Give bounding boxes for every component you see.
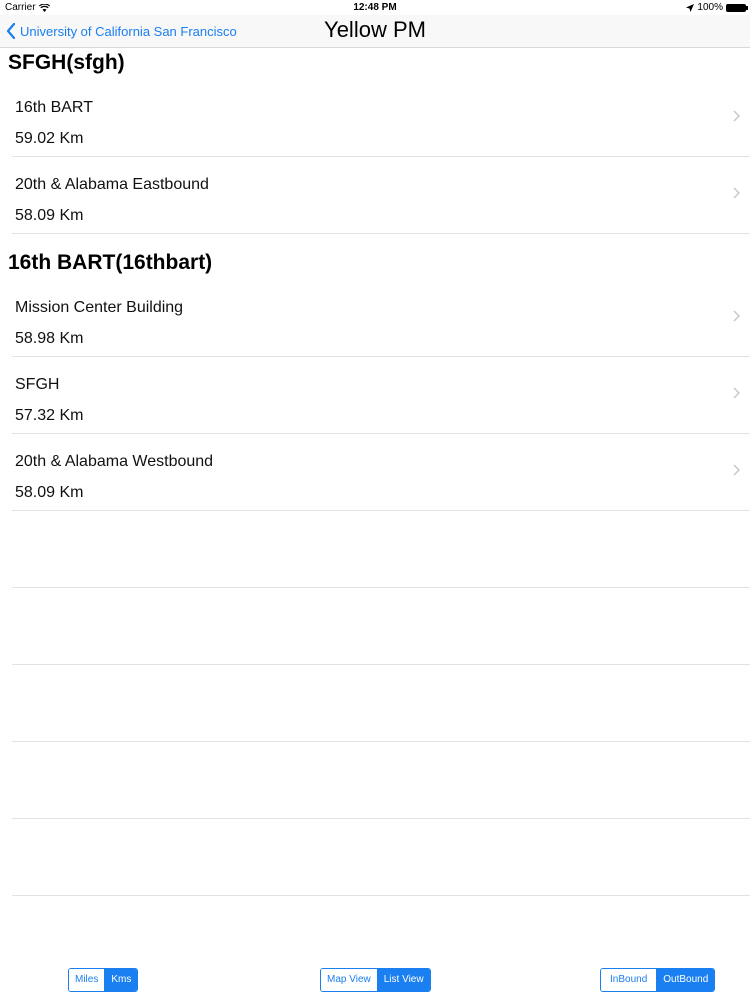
miles-segment[interactable]: Miles [69,969,105,991]
list-item[interactable]: 20th & Alabama Westbound 58.09 Km [12,434,750,511]
stop-distance: 59.02 Km [15,130,84,147]
chevron-right-icon [733,387,740,399]
chevron-right-icon [733,187,740,199]
stop-name: Mission Center Building [15,299,184,316]
stop-name: 16th BART [15,99,93,116]
list-item[interactable]: SFGH 57.32 Km [12,357,750,434]
navigation-bar: University of California San Francisco Y… [0,15,750,48]
chevron-right-icon [733,110,740,122]
stop-name: 20th & Alabama Westbound [15,453,214,470]
inbound-segment[interactable]: InBound [601,969,657,991]
list-item[interactable]: 20th & Alabama Eastbound 58.09 Km [12,157,750,234]
route-list: SFGH(sfgh) 16th BART 59.02 Km 20th & Ala… [0,48,750,896]
location-arrow-icon [686,3,695,12]
empty-row [12,588,750,665]
page-title: Yellow PM [324,17,426,42]
view-segmented-control: Map View List View [320,968,431,992]
empty-row [12,511,750,588]
status-time: 12:48 PM [353,2,397,13]
kms-segment[interactable]: Kms [104,969,138,991]
list-item[interactable]: Mission Center Building 58.98 Km [12,280,750,357]
stop-name: 20th & Alabama Eastbound [15,176,209,193]
status-bar: Carrier 12:48 PM 100% [0,0,750,15]
status-right: 100% [686,2,748,13]
section-header-16thbart: 16th BART(16thbart) [8,251,213,274]
outbound-segment[interactable]: OutBound [656,969,715,991]
map-view-segment[interactable]: Map View [321,969,377,991]
stop-distance: 58.09 Km [15,484,84,501]
battery-percent: 100% [697,2,723,13]
stop-distance: 57.32 Km [15,407,84,424]
stop-name: SFGH [15,376,60,393]
empty-row [12,742,750,819]
direction-segmented-control: InBound OutBound [600,968,716,992]
stop-distance: 58.98 Km [15,330,84,347]
empty-row [12,819,750,896]
list-item[interactable]: 16th BART 59.02 Km [12,80,750,157]
section-header-sfgh: SFGH(sfgh) [8,51,125,74]
chevron-right-icon [733,310,740,322]
chevron-right-icon [733,464,740,476]
list-view-segment[interactable]: List View [376,969,430,991]
units-segmented-control: Miles Kms [68,968,139,992]
battery-icon [726,3,748,12]
empty-row [12,665,750,742]
stop-distance: 58.09 Km [15,207,84,224]
